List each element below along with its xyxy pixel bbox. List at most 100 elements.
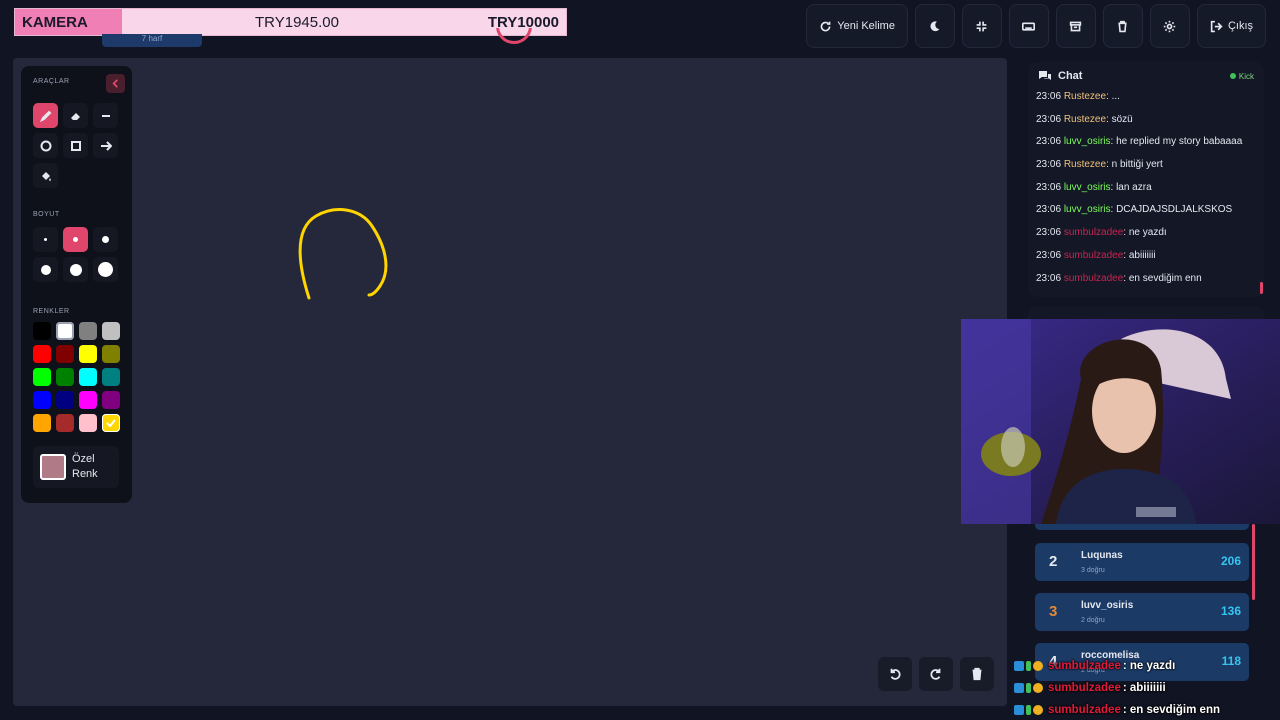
coin-badge-icon [1033,661,1043,671]
chat-username[interactable]: Rustezee [1064,91,1106,102]
chat-bubble-icon [1039,71,1051,80]
chat-message: 23:06 luvv_osiris: lan azra [1036,181,1152,193]
color-swatch[interactable] [56,322,74,340]
webcam-image [961,319,1280,524]
chat-header: Chat Kick [1028,62,1264,90]
clear-canvas-button[interactable] [960,657,994,691]
chat-username[interactable]: sumbulzadee [1064,273,1123,284]
chat-message-list[interactable]: 23:06 Rustezee: ... 23:06 Rustezee: sözü 2… [1028,90,1264,294]
donation-goal: TRY10000 [487,14,559,31]
undo-icon [890,668,901,680]
color-swatch[interactable] [102,345,120,363]
leaderboard-row: 3 luvv_osiris 2 doğru 136 [1035,593,1249,631]
chat-time: 23:06 [1036,136,1062,148]
paint-bucket-icon [41,171,51,181]
arrow-tool[interactable] [93,133,118,158]
color-swatch[interactable] [102,368,120,386]
chat-text: lan azra [1116,181,1152,193]
chat-message: 23:06 luvv_osiris: he replied my story b… [1036,136,1243,148]
overlay-username: sumbulzadee [1048,704,1121,716]
overlay-username: sumbulzadee [1048,682,1121,694]
redo-icon [930,668,941,680]
color-swatch[interactable] [102,391,120,409]
line-tool[interactable] [93,103,118,128]
chat-message: 23:06 Rustezee: sözü [1036,113,1133,125]
chat-text: abiiiiiii [1128,249,1156,261]
chat-platform-status: Kick [1229,72,1254,81]
sub-badge-icon [1026,683,1031,693]
overlay-message: : ne yazdı [1122,660,1176,672]
chat-panel: Chat Kick 23:06 Rustezee: ... 23:06 Ruste… [1028,62,1264,297]
chat-username[interactable]: luvv_osiris [1064,182,1111,193]
overlay-chat-line: sumbulzadee: ne yazdı [1014,655,1274,677]
size-option-3[interactable] [93,227,118,252]
color-swatch[interactable] [79,414,97,432]
size-option-2[interactable] [63,227,88,252]
color-swatch[interactable] [56,345,74,363]
chat-text: sözü [1111,113,1133,125]
size-option-5[interactable] [63,257,88,282]
kick-badge-icon [1014,683,1024,693]
chat-time: 23:06 [1036,249,1062,261]
brush-icon [39,110,51,122]
chat-username[interactable]: luvv_osiris [1064,204,1111,215]
tools-panel: ARAÇLAR BOYUT RENKLER Özel Renk [21,66,132,503]
chat-username[interactable]: sumbulzadee [1064,250,1123,261]
leaderboard-correct-count: 3 doğru [1081,567,1105,574]
donation-current: TRY1945.00 [255,14,339,31]
custom-color-label: Özel Renk [72,453,98,480]
chat-text: DCAJDAJSDLJALKSKOS [1116,204,1233,216]
chat-time: 23:06 [1036,159,1062,171]
check-icon [106,419,116,428]
color-swatch[interactable] [56,368,74,386]
color-swatch[interactable] [56,414,74,432]
square-tool[interactable] [63,133,88,158]
size-option-1[interactable] [33,227,58,252]
webcam-feed [961,319,1280,524]
collapse-panel-button[interactable] [106,74,125,93]
circle-tool[interactable] [33,133,58,158]
canvas-actions [878,657,994,691]
color-swatch[interactable] [33,414,51,432]
color-swatch[interactable] [56,391,74,409]
color-swatch[interactable] [79,391,97,409]
overlay-chat-line: sumbulzadee: abiiiiiii [1014,677,1274,699]
color-swatch[interactable] [79,322,97,340]
chat-username[interactable]: Rustezee [1064,159,1106,170]
fill-tool[interactable] [33,163,58,188]
chat-username[interactable]: sumbulzadee [1064,227,1123,238]
status-dot-icon [1229,73,1236,79]
chat-scrollbar[interactable] [1260,282,1263,294]
color-swatch[interactable] [33,368,51,386]
sub-badge-icon [1026,705,1031,715]
color-palette [33,322,120,432]
custom-color-swatch [40,454,66,480]
chat-message: 23:06 sumbulzadee: abiiiiiii [1036,249,1156,261]
color-swatch[interactable] [33,322,51,340]
overlay-message: : abiiiiiii [1122,682,1166,694]
brush-tool[interactable] [33,103,58,128]
colors-title: RENKLER [33,308,70,315]
color-swatch[interactable] [102,414,120,432]
chat-time: 23:06 [1036,181,1062,193]
color-swatch[interactable] [102,322,120,340]
size-option-4[interactable] [33,257,58,282]
coin-badge-icon [1033,683,1043,693]
size-option-6[interactable] [93,257,118,282]
chat-username[interactable]: luvv_osiris [1064,136,1111,147]
leaderboard-rank: 2 [1049,553,1058,570]
color-swatch[interactable] [33,345,51,363]
custom-color-picker[interactable]: Özel Renk [33,446,119,488]
chat-username[interactable]: Rustezee [1064,114,1106,125]
undo-button[interactable] [878,657,912,691]
chat-time: 23:06 [1036,272,1062,284]
redo-button[interactable] [919,657,953,691]
chat-time: 23:06 [1036,91,1062,102]
leaderboard-scrollbar[interactable] [1252,524,1255,600]
chat-message: 23:06 Rustezee: n bittiği yert [1036,159,1163,171]
color-swatch[interactable] [79,368,97,386]
leaderboard-score: 206 [1220,554,1241,568]
eraser-tool[interactable] [63,103,88,128]
color-swatch[interactable] [33,391,51,409]
color-swatch[interactable] [79,345,97,363]
